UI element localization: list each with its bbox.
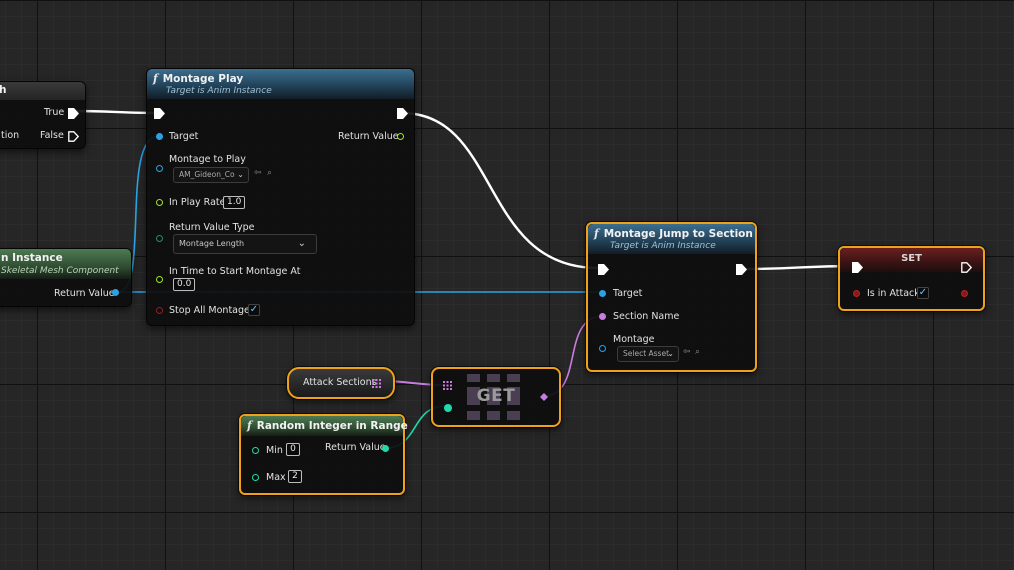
montage-play-subtitle: Target is Anim Instance <box>166 86 272 96</box>
return-value-type-pin[interactable] <box>156 235 163 242</box>
array-grid-icon[interactable] <box>443 381 452 390</box>
random-int-return-label: Return Value <box>325 442 386 453</box>
attack-sections-variable-node[interactable]: Attack Sections <box>287 367 395 399</box>
random-int-min-input[interactable]: 0 <box>286 443 300 456</box>
stop-all-montages-pin[interactable] <box>156 307 163 314</box>
set-is-in-attack-input-pin[interactable] <box>853 290 860 297</box>
montage-asset-value: AM_Gideon_Co <box>179 170 235 179</box>
stop-all-montages-label: Stop All Montages <box>169 305 255 316</box>
random-int-title: Random Integer in Range <box>256 420 408 432</box>
array-get-node[interactable]: GET <box>431 367 561 427</box>
search-icon[interactable]: ⌕ <box>695 347 700 357</box>
get-anim-instance-subtitle: Skeletal Mesh Component <box>1 266 119 276</box>
jump-montage-dropdown[interactable]: Select Asset ⌄ <box>617 346 679 362</box>
search-icon[interactable]: ⌕ <box>267 168 272 178</box>
exec-wire-branch-to-montage-play <box>74 109 158 115</box>
branch-false-label: False <box>40 130 64 141</box>
start-time-label: In Time to Start Montage At <box>169 266 301 277</box>
get-anim-instance-header: n Instance Skeletal Mesh Component <box>0 249 131 279</box>
in-play-rate-pin[interactable] <box>156 199 163 206</box>
montage-asset-dropdown[interactable]: AM_Gideon_Co ⌄ <box>173 167 249 183</box>
montage-play-header: f Montage Play Target is Anim Instance <box>147 69 414 99</box>
get-anim-instance-node[interactable]: n Instance Skeletal Mesh Component Retur… <box>0 248 132 307</box>
set-is-in-attack-node[interactable]: SET Is in Attack ✓ <box>838 246 985 311</box>
in-play-rate-input[interactable]: 1.0 <box>223 196 246 209</box>
get-anim-instance-title: n Instance <box>1 252 63 264</box>
set-is-in-attack-output-pin[interactable] <box>961 290 968 297</box>
anim-instance-return-label: Return Value <box>54 288 115 299</box>
random-int-min-pin[interactable] <box>252 447 259 454</box>
jump-montage-value: Select Asset <box>623 349 670 358</box>
jump-target-pin[interactable] <box>599 290 606 297</box>
stop-all-montages-checkbox[interactable]: ✓ <box>248 304 260 316</box>
return-value-type-value: Montage Length <box>179 239 245 248</box>
set-is-in-attack-checkbox[interactable]: ✓ <box>917 287 929 299</box>
jump-to-section-title: Montage Jump to Section <box>603 228 753 240</box>
random-int-header: f Random Integer in Range <box>241 416 408 436</box>
jump-target-label: Target <box>613 288 643 299</box>
montage-play-target-pin[interactable] <box>156 133 163 140</box>
montage-jump-to-section-node[interactable]: f Montage Jump to Section Target is Anim … <box>586 222 757 372</box>
jump-to-section-subtitle: Target is Anim Instance <box>610 241 716 251</box>
section-name-pin[interactable] <box>599 313 606 320</box>
anim-instance-return-pin[interactable] <box>112 289 119 296</box>
return-value-type-label: Return Value Type <box>169 222 255 233</box>
function-f-icon: f <box>153 72 158 85</box>
random-int-min-label: Min <box>266 445 283 456</box>
start-time-pin[interactable] <box>156 276 163 283</box>
exec-wire-montage-play-to-jump <box>401 111 599 270</box>
start-time-input[interactable]: 0.0 <box>173 278 196 291</box>
random-int-max-input[interactable]: 2 <box>288 470 302 483</box>
chevron-down-icon: ⌄ <box>667 349 674 358</box>
branch-node-header: h <box>0 82 85 100</box>
attack-sections-label: Attack Sections <box>303 377 377 388</box>
montage-to-play-label: Montage to Play <box>169 154 246 165</box>
browse-asset-icon[interactable]: ⇦ <box>254 168 262 178</box>
montage-play-title: Montage Play <box>162 73 244 85</box>
montage-play-return-label: Return Value <box>338 131 399 142</box>
return-value-type-dropdown[interactable]: Montage Length ⌄ <box>173 234 317 254</box>
jump-to-section-header: f Montage Jump to Section Target is Anim … <box>588 224 755 254</box>
random-int-max-label: Max <box>266 472 286 483</box>
function-f-icon: f <box>247 419 252 432</box>
array-get-output-pin[interactable] <box>540 393 548 401</box>
array-grid-icon[interactable] <box>372 379 381 388</box>
branch-node-title: h <box>0 84 7 96</box>
jump-montage-label: Montage <box>613 334 655 345</box>
chevron-down-icon: ⌄ <box>297 238 306 249</box>
random-integer-in-range-node[interactable]: f Random Integer in Range Min 0 Return Va… <box>239 414 408 495</box>
montage-play-target-label: Target <box>169 131 199 142</box>
browse-asset-icon[interactable]: ⇦ <box>683 347 691 357</box>
set-is-in-attack-label: Is in Attack <box>867 288 920 299</box>
montage-play-node[interactable]: f Montage Play Target is Anim Instance Ta… <box>146 68 415 326</box>
branch-true-label: True <box>44 107 65 118</box>
section-name-label: Section Name <box>613 311 680 322</box>
branch-node[interactable]: h True tion False <box>0 81 86 149</box>
montage-to-play-pin[interactable] <box>156 165 163 172</box>
in-play-rate-label: In Play Rate <box>169 197 226 208</box>
montage-play-return-pin[interactable] <box>397 133 404 140</box>
random-int-return-pin[interactable] <box>382 445 389 452</box>
jump-montage-pin[interactable] <box>599 345 606 352</box>
branch-condition-label: tion <box>1 130 20 141</box>
random-int-max-pin[interactable] <box>252 474 259 481</box>
array-get-index-pin[interactable] <box>444 404 452 412</box>
chevron-down-icon: ⌄ <box>237 170 244 179</box>
function-f-icon: f <box>594 227 599 240</box>
